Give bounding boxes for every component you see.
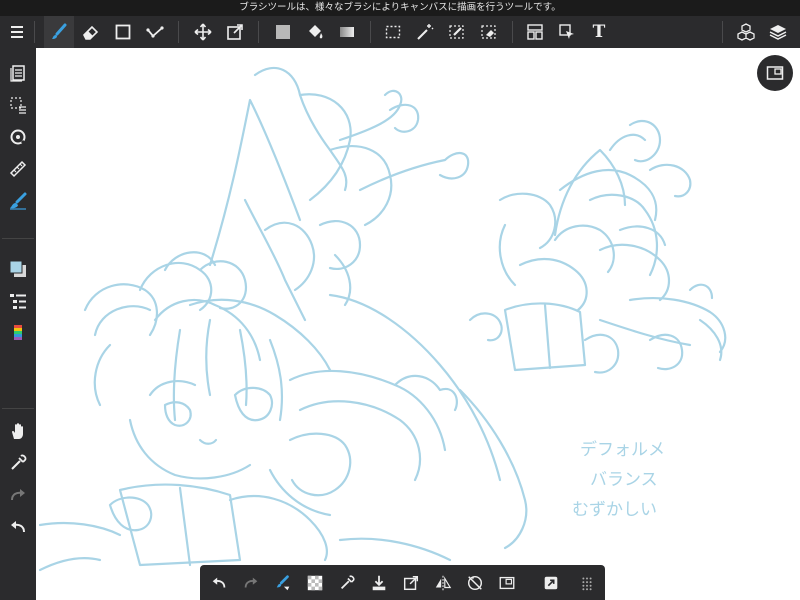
selection-layer-icon <box>10 97 26 114</box>
hand-icon <box>12 423 23 439</box>
brush-icon <box>52 23 67 39</box>
export-button[interactable] <box>396 567 426 598</box>
snap-toggle-icon <box>499 576 515 589</box>
more-grid-icon <box>582 577 592 590</box>
snap-toggle-button[interactable] <box>492 567 522 598</box>
save-button[interactable] <box>364 567 394 598</box>
transparent-color-icon <box>307 575 323 590</box>
material-button[interactable] <box>731 16 761 48</box>
flip-horizontal-icon <box>435 575 452 590</box>
brush-size-button[interactable] <box>268 567 298 598</box>
layers-button[interactable] <box>763 16 793 48</box>
hand-tool-button[interactable] <box>3 416 33 446</box>
brush-size-icon <box>276 574 290 590</box>
note-line-1: デフォルメ <box>580 439 665 460</box>
brush-tool-button[interactable] <box>44 16 74 48</box>
snap-icon <box>10 129 27 146</box>
menu-button[interactable] <box>2 16 32 48</box>
text-tool-button[interactable]: T <box>584 16 614 48</box>
gradation-tool-button[interactable] <box>332 16 362 48</box>
redo-button[interactable] <box>3 480 33 510</box>
correction-icon <box>146 26 164 38</box>
undo-bottom-button[interactable] <box>204 567 234 598</box>
brush-settings-icon <box>10 192 27 210</box>
eraser-icon <box>83 25 99 40</box>
frame-divider-tool-button[interactable] <box>520 16 550 48</box>
canvas-fit-button[interactable] <box>536 567 566 598</box>
shape-tool-button[interactable] <box>108 16 138 48</box>
hint-bar: ブラシツールは、様々なブラシによりキャンバスに描画を行うツールです。 <box>0 0 800 16</box>
redo-bottom-button[interactable] <box>236 567 266 598</box>
eyedropper-icon <box>11 454 27 470</box>
transform-tool-button[interactable] <box>220 16 250 48</box>
select-pen-tool-button[interactable] <box>442 16 472 48</box>
snap-button[interactable] <box>3 122 33 152</box>
export-icon <box>403 575 419 590</box>
layer-list-icon <box>10 294 26 309</box>
ruler-icon <box>9 160 27 178</box>
transparent-color-button[interactable] <box>300 567 330 598</box>
selection-layer-button[interactable] <box>3 90 33 120</box>
frame-divider-icon <box>527 24 543 40</box>
correction-tool-button[interactable] <box>140 16 170 48</box>
page-manager-icon <box>10 65 25 82</box>
handwritten-note: デフォルメ バランス むずかしい <box>572 439 665 520</box>
navigator-button[interactable] <box>757 55 793 91</box>
move-icon <box>194 23 212 41</box>
color-palette-button[interactable] <box>3 318 33 348</box>
top-toolbar: T <box>0 16 800 48</box>
more-button[interactable] <box>572 567 602 598</box>
select-pen-icon <box>449 25 464 39</box>
operation-tool-button[interactable] <box>552 16 582 48</box>
rotate-reset-icon <box>467 575 483 590</box>
gradation-icon <box>340 27 354 37</box>
text-tool-icon: T <box>592 22 606 42</box>
bottom-toolbar <box>200 565 605 600</box>
color-swatch-icon <box>9 260 26 277</box>
canvas-fit-icon <box>544 576 558 589</box>
bucket-tool-button[interactable] <box>300 16 330 48</box>
note-line-3: むずかしい <box>572 500 657 520</box>
material-cubes-icon <box>737 23 755 41</box>
sketch-drawing: デフォルメ バランス むずかしい <box>38 66 727 572</box>
fill-color-button[interactable] <box>268 16 298 48</box>
navigator-icon <box>766 66 784 80</box>
drawing-canvas[interactable]: デフォルメ バランス むずかしい <box>36 48 800 600</box>
eyedropper-button[interactable] <box>3 448 33 478</box>
color-palette-icon <box>14 325 22 340</box>
note-line-2: バランス <box>590 470 658 490</box>
download-save-icon <box>372 575 386 590</box>
selection-icon <box>385 25 401 39</box>
magic-wand-tool-button[interactable] <box>410 16 440 48</box>
transform-icon <box>227 24 243 40</box>
eyedropper-icon <box>340 574 355 589</box>
eyedropper-bottom-button[interactable] <box>332 567 362 598</box>
selection-tool-button[interactable] <box>378 16 408 48</box>
layer-list-button[interactable] <box>3 286 33 316</box>
select-eraser-icon <box>481 25 496 39</box>
color-button[interactable] <box>3 254 33 284</box>
undo-icon <box>212 577 226 588</box>
flip-horizontal-button[interactable] <box>428 567 458 598</box>
square-shape-icon <box>115 24 131 40</box>
bucket-icon <box>309 25 323 39</box>
left-sidebar <box>0 48 36 600</box>
ruler-button[interactable] <box>3 154 33 184</box>
rotate-reset-button[interactable] <box>460 567 490 598</box>
operation-cursor-icon <box>559 24 574 39</box>
redo-icon <box>244 577 258 588</box>
page-manager-button[interactable] <box>3 58 33 88</box>
fill-color-icon <box>276 25 290 39</box>
undo-button[interactable] <box>3 512 33 542</box>
layers-icon <box>769 25 787 40</box>
hint-text: ブラシツールは、様々なブラシによりキャンバスに描画を行うツールです。 <box>239 2 561 13</box>
brush-settings-button[interactable] <box>3 186 33 216</box>
menu-icon <box>11 26 23 38</box>
eraser-tool-button[interactable] <box>76 16 106 48</box>
redo-icon <box>11 489 25 501</box>
undo-icon <box>11 521 25 533</box>
magic-wand-icon <box>417 24 434 40</box>
select-eraser-tool-button[interactable] <box>474 16 504 48</box>
move-tool-button[interactable] <box>188 16 218 48</box>
